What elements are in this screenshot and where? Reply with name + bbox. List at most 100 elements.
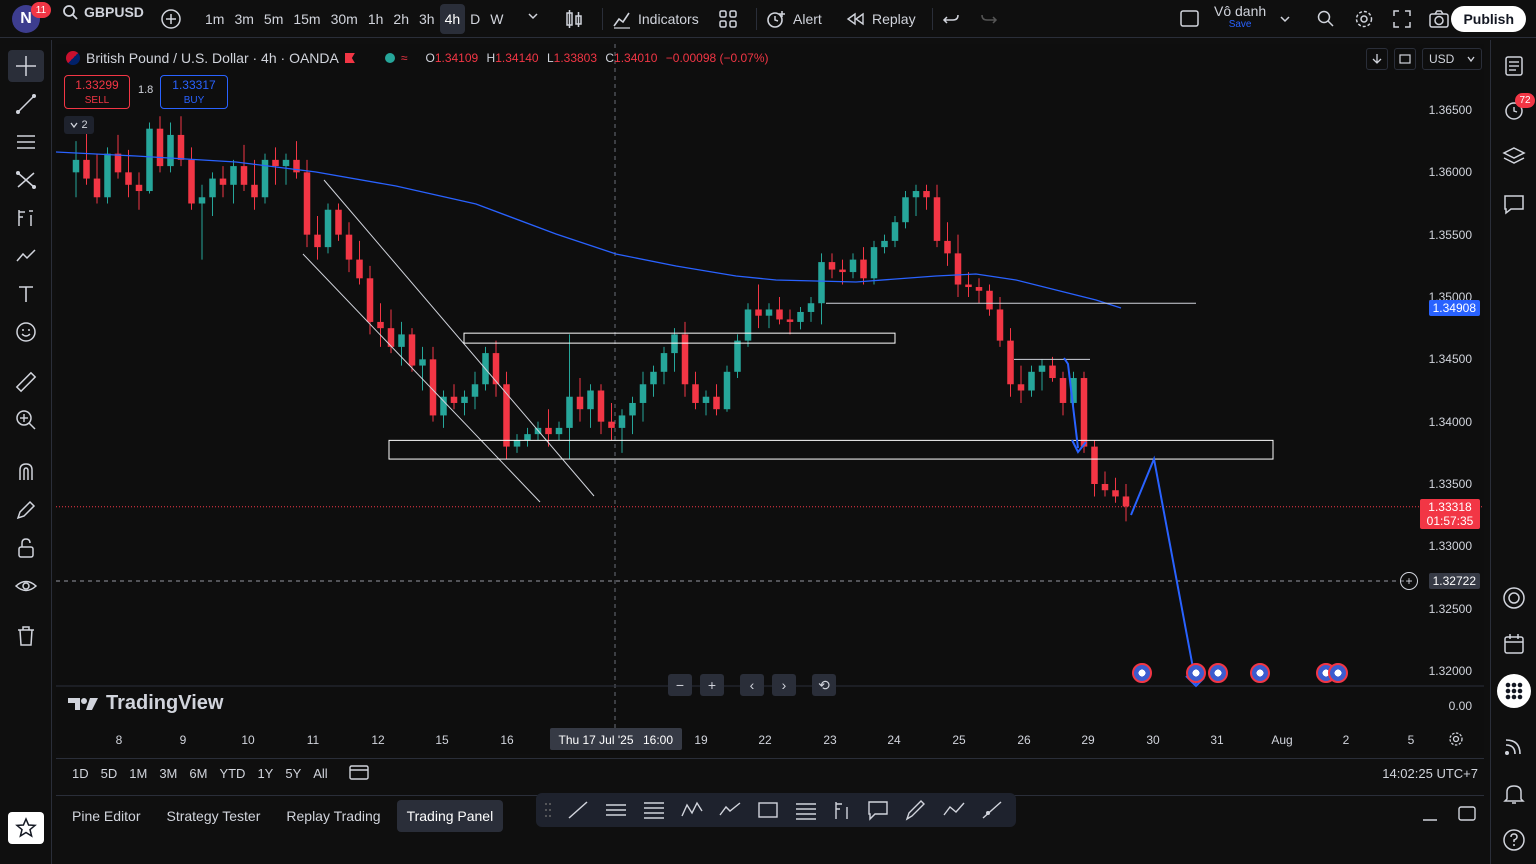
price-chart[interactable] [56,44,1484,754]
range-5d[interactable]: 5D [95,766,124,781]
range-1m[interactable]: 1M [123,766,153,781]
timeframe-3h[interactable]: 3h [414,4,440,34]
timeframe-W[interactable]: W [485,4,508,34]
tab-pine-editor[interactable]: Pine Editor [62,800,150,832]
zoom-in-button[interactable]: + [700,674,724,696]
layout-toggle[interactable] [1180,10,1200,31]
time-axis[interactable]: Thu 17 Jul '25 16:00 8 9 10 11 12 15 16 19 22 23 2… [56,728,1484,752]
zoom-tool[interactable] [8,404,44,436]
timeframe-1m[interactable]: 1m [200,4,229,34]
reset-chart-button[interactable]: ⟲ [812,674,836,696]
tab-replay-trading[interactable]: Replay Trading [276,800,390,832]
path-icon[interactable] [942,799,966,821]
tradingview-logo[interactable]: TradingView [68,692,223,715]
indicators-button[interactable]: Indicators [612,4,699,34]
chart-pane[interactable]: British Pound / U.S. Dollar · 4h · OANDA… [56,44,1484,754]
streams-button[interactable] [1496,730,1532,762]
snapshot-button[interactable] [1428,9,1450,32]
auto-scale-button[interactable] [1394,48,1416,70]
buy-button[interactable]: 1.33317 BUY [160,75,228,109]
quick-search-button[interactable] [1316,9,1336,32]
lines-icon[interactable] [794,799,818,821]
forecast-tool[interactable] [8,202,44,234]
layouts-button[interactable] [718,9,738,32]
brush-icon[interactable] [904,799,928,821]
calendar-button[interactable] [1496,628,1532,660]
range-all[interactable]: All [307,766,333,781]
chat-button[interactable] [1496,188,1532,220]
currency-select[interactable]: USD [1422,48,1482,70]
scroll-left-button[interactable]: ‹ [740,674,764,696]
indicator-toggle[interactable]: 2 [64,116,94,134]
remove-drawings-tool[interactable] [8,620,44,652]
compare-symbol-button[interactable] [160,8,182,33]
measure-tool[interactable] [8,366,44,398]
timeframe-1h[interactable]: 1h [363,4,389,34]
timeframe-4h[interactable]: 4h [439,4,466,34]
scroll-right-button[interactable]: › [772,674,796,696]
help-button[interactable] [1496,824,1532,856]
range-1y[interactable]: 1Y [251,766,279,781]
pattern-tool[interactable] [8,164,44,196]
flag-icon[interactable] [344,53,355,63]
trend-line-icon[interactable] [566,799,590,821]
rectangle-icon[interactable] [756,799,780,821]
range-5y[interactable]: 5Y [279,766,307,781]
us-event-icon[interactable] [1132,663,1152,683]
redo-button[interactable] [980,10,998,31]
drag-handle-icon[interactable] [544,801,552,819]
tab-strategy-tester[interactable]: Strategy Tester [156,800,270,832]
lock-drawings-tool[interactable] [8,532,44,564]
xabcd-pattern-icon[interactable] [680,799,704,821]
ray-icon[interactable] [980,799,1004,821]
timeframe-dropdown[interactable] [526,9,540,26]
undo-button[interactable] [942,10,960,31]
layout-dropdown[interactable] [1278,12,1292,29]
settings-button[interactable] [1354,9,1374,32]
fib-tool[interactable] [8,126,44,158]
elliott-wave-icon[interactable] [718,799,742,821]
notifications-button[interactable] [1496,778,1532,810]
timeframe-30m[interactable]: 30m [326,4,363,34]
sell-button[interactable]: 1.33299 SELL [64,75,130,109]
hide-drawings-tool[interactable] [8,570,44,602]
brush-tool[interactable] [8,240,44,272]
range-6m[interactable]: 6M [183,766,213,781]
chart-type-button[interactable] [564,8,584,33]
trend-line-tool[interactable] [8,88,44,120]
timeframe-3m[interactable]: 3m [229,4,258,34]
screener-button[interactable] [1496,582,1532,614]
watchlist-button[interactable] [1496,50,1532,82]
text-tool[interactable] [8,278,44,310]
layout-name-menu[interactable]: Vô danh Save [1214,4,1266,31]
callout-icon[interactable] [866,799,890,821]
emoji-tool[interactable] [8,316,44,348]
scale-download-button[interactable] [1366,48,1388,70]
apps-button[interactable] [1497,674,1531,708]
stay-drawing-tool[interactable] [8,494,44,526]
minimize-panel-button[interactable] [1422,810,1438,825]
object-tree-button[interactable] [1496,140,1532,172]
timeframe-15m[interactable]: 15m [288,4,325,34]
zoom-out-button[interactable]: − [668,674,692,696]
alert-button[interactable]: Alert [765,4,822,34]
range-ytd[interactable]: YTD [213,766,251,781]
magnet-tool[interactable] [8,456,44,488]
us-event-icon[interactable] [1328,663,1348,683]
fullscreen-button[interactable] [1392,9,1412,32]
timeframe-D[interactable]: D [465,4,485,34]
clock[interactable]: 14:02:25 UTC+7 [1382,766,1478,781]
parallel-channel-icon[interactable] [604,799,628,821]
goto-date-button[interactable] [348,763,370,784]
timeframe-5m[interactable]: 5m [259,4,288,34]
publish-button[interactable]: Publish [1451,6,1526,32]
fib-channel-icon[interactable] [642,799,666,821]
maximize-panel-button[interactable] [1458,806,1476,825]
crosshair-tool[interactable] [8,50,44,82]
position-icon[interactable] [832,799,852,821]
range-1d[interactable]: 1D [66,766,95,781]
range-3m[interactable]: 3M [153,766,183,781]
timeframe-2h[interactable]: 2h [388,4,414,34]
us-event-icon[interactable] [1250,663,1270,683]
symbol-search[interactable]: GBPUSD [62,4,144,20]
